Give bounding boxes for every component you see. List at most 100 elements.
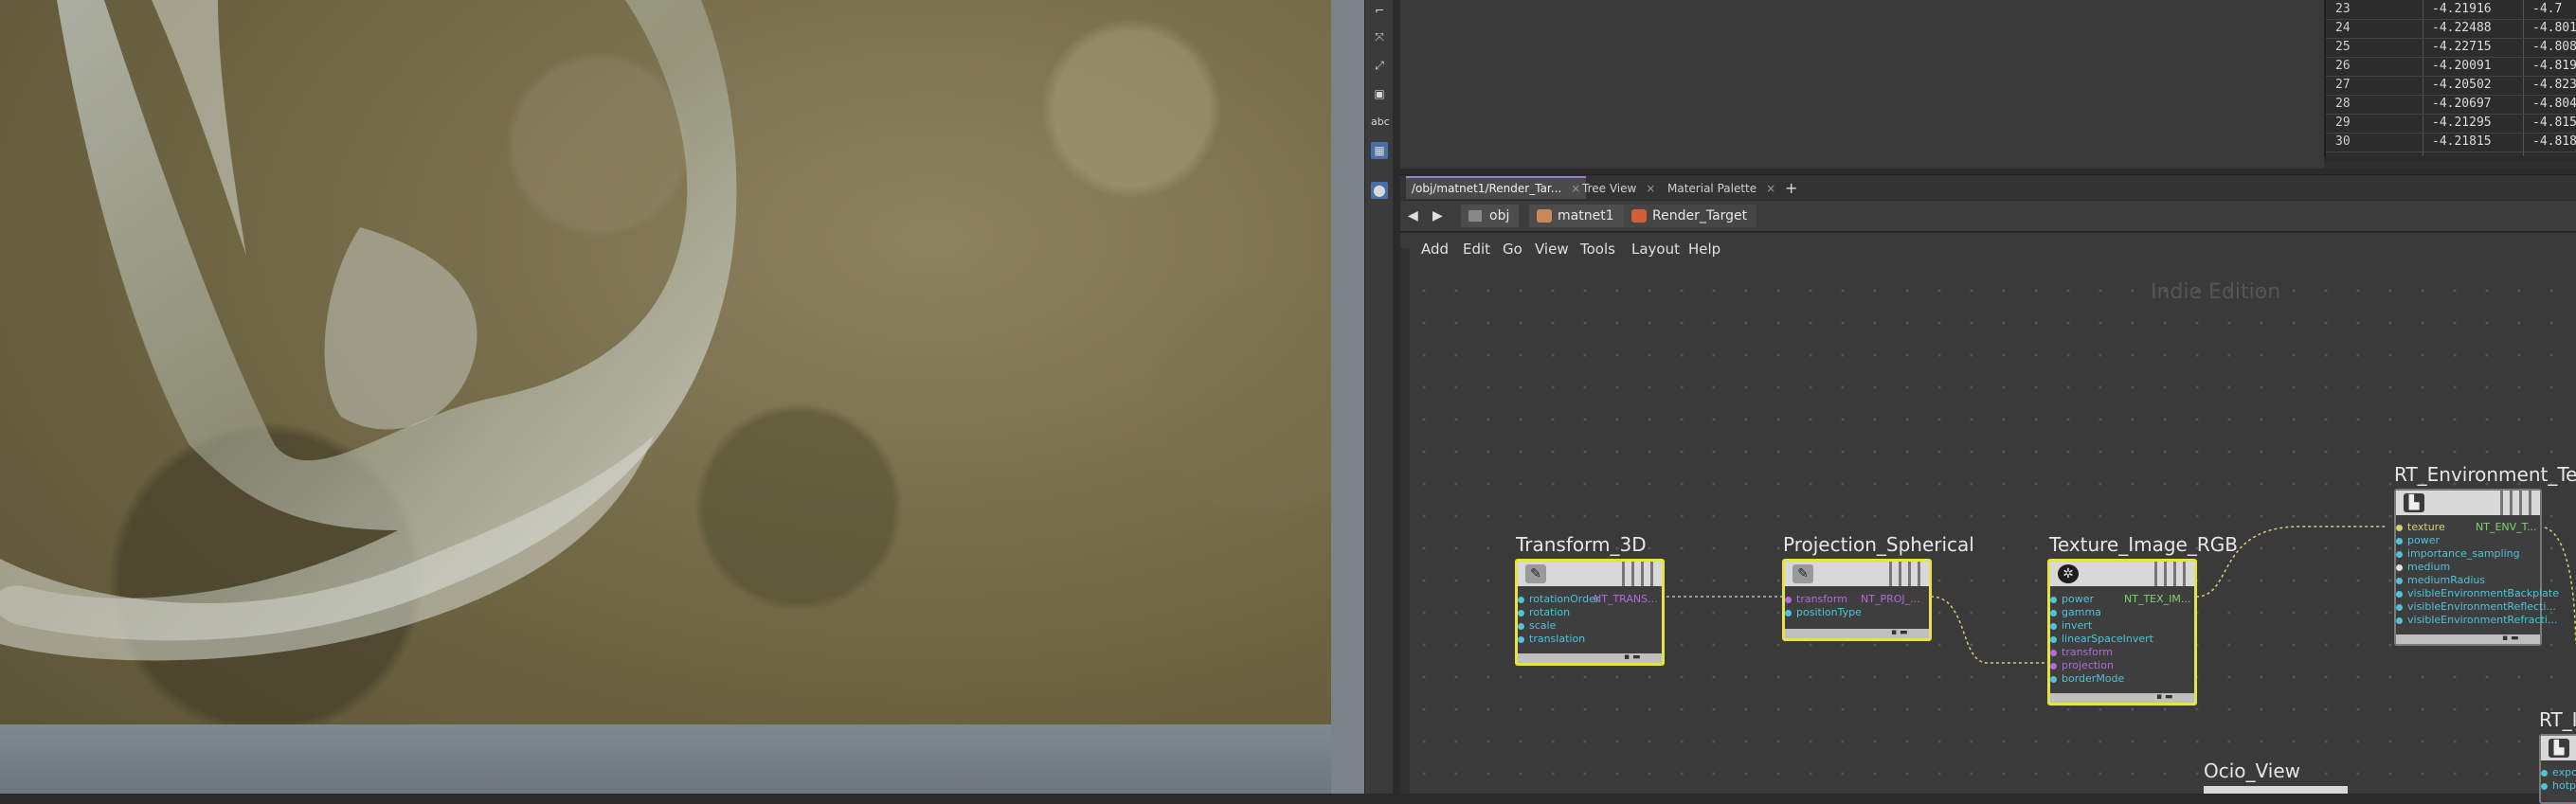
node-rt-environment[interactable]: ▙ texture power importance_sampling medi…: [2394, 489, 2559, 646]
node-transform-3d[interactable]: ✎ rotationOrder rotation scale translati…: [1515, 559, 1665, 666]
port-gamma[interactable]: gamma: [2050, 606, 2101, 619]
handle-icon[interactable]: ⤢: [1371, 57, 1388, 74]
tab-material-palette[interactable]: Material Palette ×: [1662, 178, 1781, 199]
node-header: ✎: [1518, 562, 1662, 586]
header-stripe: [2164, 562, 2167, 586]
render-viewport[interactable]: [0, 0, 1331, 794]
port-texture[interactable]: texture: [2396, 521, 2445, 534]
footer-icon[interactable]: ▪ ▬: [2156, 692, 2172, 702]
menu-help[interactable]: Help: [1688, 241, 1720, 258]
port-exposure[interactable]: expos: [2541, 766, 2576, 779]
row-value: -4.22488: [2432, 21, 2492, 35]
port-medium[interactable]: medium: [2396, 561, 2450, 574]
port-rotation[interactable]: rotation: [1518, 606, 1570, 619]
port-invert[interactable]: invert: [2050, 619, 2092, 633]
menu-add[interactable]: Add: [1421, 241, 1449, 258]
spreadsheet-row[interactable]: 26 -4.20091 -4.819: [2326, 57, 2576, 77]
node-ocio-view[interactable]: [2204, 786, 2348, 794]
port-hotpixel[interactable]: hotpi: [2541, 779, 2576, 793]
transform-icon[interactable]: ⤧: [1371, 28, 1388, 45]
spreadsheet-row[interactable]: 28 -4.20697 -4.804: [2326, 95, 2576, 115]
spreadsheet-row[interactable]: 29 -4.21295 -4.815: [2326, 114, 2576, 134]
close-icon[interactable]: ×: [1766, 182, 1775, 195]
spreadsheet-scrollbar[interactable]: [2324, 161, 2576, 169]
footer-icon[interactable]: ▪ ▬: [1624, 652, 1640, 662]
node-footer: ▪ ▬: [1518, 652, 1662, 663]
output-port-label[interactable]: NT_TRANS...: [1594, 593, 1658, 605]
row-value: -4.818: [2532, 134, 2576, 149]
output-port-label[interactable]: NT_ENV_T...: [2476, 521, 2537, 533]
pin-icon[interactable]: ⬤: [1371, 182, 1388, 199]
header-stripe: [1650, 562, 1653, 586]
spreadsheet-row[interactable]: 25 -4.22715 -4.808: [2326, 38, 2576, 58]
tab-tree-view[interactable]: Tree View ×: [1576, 178, 1661, 199]
environment-node-icon: ▙: [2404, 493, 2424, 512]
port-scale[interactable]: scale: [1518, 619, 1556, 633]
back-button[interactable]: ◀: [1408, 205, 1418, 226]
node-header: ▙: [2541, 736, 2576, 760]
output-port-label[interactable]: NT_PROJ_...: [1861, 593, 1920, 605]
node-footer: ▪ ▬: [2396, 634, 2540, 644]
display-icon[interactable]: ▦: [1371, 142, 1388, 159]
text-icon[interactable]: abc: [1371, 114, 1390, 131]
header-stripe: [1622, 562, 1625, 586]
menu-go[interactable]: Go: [1503, 241, 1522, 258]
row-value: -4.815: [2532, 116, 2576, 130]
box-icon[interactable]: ▣: [1371, 85, 1388, 102]
port-medium-radius[interactable]: mediumRadius: [2396, 574, 2485, 587]
row-value: -4.21295: [2432, 116, 2492, 130]
port-visible-env-backplate[interactable]: visibleEnvironmentBackplate: [2396, 587, 2559, 600]
port-visible-env-refractions[interactable]: visibleEnvironmentRefracti...: [2396, 614, 2557, 627]
footer-icon[interactable]: ▪ ▬: [2502, 634, 2518, 643]
row-index: 29: [2335, 116, 2351, 130]
select-icon[interactable]: ⌐: [1371, 2, 1388, 19]
port-projection[interactable]: projection: [2050, 659, 2114, 672]
spreadsheet-row[interactable]: 27 -4.20502 -4.823: [2326, 76, 2576, 96]
tab-render-target[interactable]: /obj/matnet1/Render_Tar... ×: [1406, 176, 1587, 199]
header-stripe: [2500, 491, 2503, 515]
node-title-transform-3d: Transform_3D: [1516, 533, 1647, 556]
menu-view[interactable]: View: [1535, 241, 1569, 258]
menu-edit[interactable]: Edit: [1463, 241, 1490, 258]
node-projection-spherical[interactable]: ✎ transform positionType NT_PROJ_... ▪ ▬: [1782, 559, 1932, 641]
spreadsheet-row[interactable]: 30 -4.21815 -4.818: [2326, 133, 2576, 152]
port-translation[interactable]: translation: [1518, 633, 1585, 646]
rt-node-icon: ▙: [2549, 739, 2569, 758]
header-stripe: [2183, 562, 2186, 586]
port-position-type[interactable]: positionType: [1785, 606, 1862, 619]
pane-separator[interactable]: [1393, 0, 1400, 794]
row-index: 23: [2335, 2, 2351, 16]
footer-icon[interactable]: ▪ ▬: [1891, 628, 1907, 637]
port-linear-space-invert[interactable]: linearSpaceInvert: [2050, 633, 2153, 646]
row-index: 28: [2335, 97, 2351, 111]
menu-layout[interactable]: Layout: [1631, 241, 1680, 258]
port-transform[interactable]: transform: [2050, 646, 2113, 659]
spreadsheet-row[interactable]: 23 -4.21916 -4.7: [2326, 0, 2576, 20]
port-power[interactable]: power: [2396, 534, 2440, 547]
header-stripe: [2510, 491, 2513, 515]
network-tab-bar: /obj/matnet1/Render_Tar... × Tree View × M…: [1400, 174, 2576, 200]
port-power[interactable]: power: [2050, 593, 2094, 606]
node-header: ✲: [2050, 562, 2194, 586]
close-icon[interactable]: ×: [1646, 182, 1655, 195]
output-port-label[interactable]: NT_TEX_IM...: [2124, 593, 2190, 605]
add-tab-button[interactable]: +: [1779, 178, 1803, 199]
node-title-rt-environment: RT_Environment_Tex: [2394, 463, 2576, 486]
port-border-mode[interactable]: borderMode: [2050, 672, 2124, 686]
node-title-texture-image-rgb: Texture_Image_RGB: [2049, 533, 2238, 556]
transform-node-icon: ✎: [1525, 564, 1546, 583]
row-value: -4.20502: [2432, 78, 2492, 92]
geometry-spreadsheet[interactable]: 23 -4.21916 -4.7 24 -4.22488 -4.801 25 -4.22715…: [2324, 0, 2576, 156]
menu-tools[interactable]: Tools: [1580, 241, 1615, 258]
port-importance-sampling[interactable]: importance_sampling: [2396, 547, 2520, 561]
forward-button[interactable]: ▶: [1432, 205, 1443, 226]
header-stripe: [1899, 562, 1901, 586]
node-header: ▙: [2396, 491, 2540, 515]
port-transform[interactable]: transform: [1785, 593, 1847, 606]
port-visible-env-reflections[interactable]: visibleEnvironmentReflecti...: [2396, 600, 2556, 614]
port-rotation-order[interactable]: rotationOrder: [1518, 593, 1599, 606]
row-value: -4.7: [2532, 2, 2563, 16]
spreadsheet-row[interactable]: 24 -4.22488 -4.801: [2326, 19, 2576, 39]
header-stripe: [1908, 562, 1911, 586]
node-texture-image-rgb[interactable]: ✲ power gamma invert linearSpaceInvert t…: [2047, 559, 2197, 706]
